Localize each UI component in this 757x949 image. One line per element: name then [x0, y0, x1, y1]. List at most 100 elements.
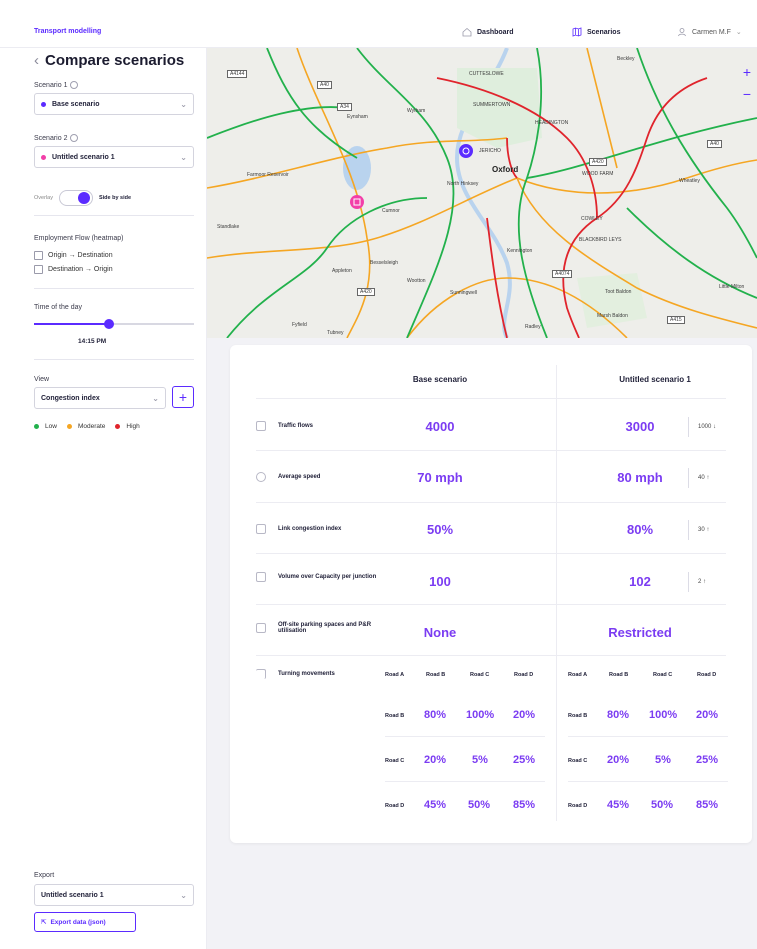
road-moderate: [586, 48, 618, 169]
base-value: None: [423, 625, 457, 640]
place-label: Wytham: [407, 108, 426, 114]
turning-pct: 20%: [607, 754, 630, 766]
user-icon: [678, 28, 686, 37]
checkbox-origin-destination[interactable]: Origin → Destination: [34, 251, 113, 260]
col-header-alt: Untitled scenario 1: [619, 375, 691, 384]
scenario1-select[interactable]: Base scenario ⌄: [34, 93, 194, 115]
view-select[interactable]: Congestion index ⌄: [34, 387, 166, 409]
back-chevron-icon[interactable]: ‹: [34, 52, 39, 69]
place-label: CUTTESLOWE: [469, 71, 504, 77]
page-title-text: Compare scenarios: [45, 52, 185, 69]
export-label: Export: [34, 872, 55, 879]
road-low: [526, 117, 757, 179]
scenario2-select[interactable]: Untitled scenario 1 ⌄: [34, 146, 194, 168]
road-tag: A40: [317, 81, 332, 89]
scenario2-marker[interactable]: [350, 195, 364, 209]
side-by-side-label[interactable]: Side by side: [99, 195, 131, 201]
road-header: Road C: [653, 672, 673, 678]
place-label: Besselsleigh: [370, 260, 399, 266]
delta-value: 2 ↑: [688, 572, 706, 592]
place-label: SUMMERTOWN: [473, 102, 511, 108]
user-menu[interactable]: Carmen M.F ⌄: [677, 27, 742, 37]
road-header: Road D: [697, 672, 717, 678]
nav-dashboard[interactable]: Dashboard: [462, 27, 514, 37]
scenario1-label: Scenario 1: [34, 81, 79, 89]
road-row-label: Road B: [568, 713, 588, 719]
delta-value: 30 ↑: [688, 520, 709, 540]
traffic-icon: [256, 421, 266, 431]
checkbox[interactable]: [34, 265, 43, 274]
place-label: Wheatley: [679, 178, 700, 184]
checkbox-label: Destination → Origin: [48, 266, 113, 273]
road-row-label: Road D: [568, 803, 588, 809]
road-header: Road B: [609, 672, 629, 678]
road-tag: A4144: [227, 70, 248, 78]
export-select[interactable]: Untitled scenario 1 ⌄: [34, 884, 194, 906]
base-value: 100: [429, 574, 451, 589]
place-label: Farmoor Reservoir: [247, 172, 289, 178]
base-value: 4000: [425, 419, 455, 434]
view-mode-switch[interactable]: [58, 190, 93, 206]
turning-pct: 100%: [649, 709, 678, 721]
place-label: Tubney: [327, 330, 344, 336]
road-tag: A415: [667, 316, 685, 324]
employment-flow-title: Employment Flow (heatmap): [34, 235, 124, 242]
place-label: Appleton: [332, 268, 352, 274]
park-area: [457, 68, 542, 148]
view-mode-toggle: Overlay Side by side: [34, 190, 131, 206]
base-value: 70 mph: [417, 470, 463, 485]
turning-pct: 45%: [607, 799, 630, 811]
place-label: North Hinksey: [447, 181, 479, 187]
turning-pct: 80%: [424, 709, 447, 721]
zoom-out-button[interactable]: −: [743, 86, 751, 102]
divider: [34, 288, 194, 289]
junction-icon: [256, 572, 266, 582]
turning-pct: 5%: [472, 754, 488, 766]
view-label: View: [34, 376, 50, 383]
scenario1-color-dot: [41, 101, 46, 107]
chevron-down-icon: ⌄: [180, 890, 187, 900]
turning-pct: 100%: [466, 709, 495, 721]
place-label: Wootton: [407, 278, 426, 284]
export-value: Untitled scenario 1: [41, 891, 104, 899]
turning-pct: 85%: [513, 799, 536, 811]
checkbox-label: Origin → Destination: [48, 252, 113, 259]
alt-value: 3000: [625, 419, 655, 434]
city-label-oxford: Oxford: [492, 165, 519, 174]
zoom-in-button[interactable]: +: [743, 64, 751, 80]
turning-pct: 5%: [655, 754, 671, 766]
scenario1-marker[interactable]: [459, 144, 473, 158]
map-view[interactable]: A4144 A40 A34 A420 A40 A420 A4074 A415 C…: [207, 48, 757, 338]
checkbox-destination-origin[interactable]: Destination → Origin: [34, 265, 113, 274]
place-label: WOOD FARM: [582, 171, 614, 177]
turning-pct: 20%: [424, 754, 447, 766]
turn-arrow-icon: [256, 669, 266, 679]
user-name: Carmen M.F: [692, 28, 731, 36]
alt-value: 80%: [626, 522, 654, 537]
overlay-label[interactable]: Overlay: [34, 195, 53, 201]
add-view-button[interactable]: +: [172, 386, 194, 408]
checkbox[interactable]: [34, 251, 43, 260]
info-icon[interactable]: [70, 81, 79, 89]
nav-dashboard-label: Dashboard: [477, 28, 514, 36]
place-label: HEADINGTON: [535, 120, 569, 126]
road-row-label: Road C: [385, 758, 405, 764]
column-separator: [556, 365, 557, 821]
place-label: BLACKBIRD LEYS: [579, 237, 622, 243]
time-slider-fill: [34, 323, 110, 325]
place-label: Eynsham: [347, 114, 368, 120]
export-button-label: Export data (json): [50, 918, 106, 926]
legend-item-low: Low: [34, 423, 57, 430]
chevron-down-icon: ⌄: [152, 393, 159, 403]
info-icon[interactable]: [70, 134, 79, 142]
map-canvas[interactable]: [207, 48, 757, 338]
sidebar: [0, 48, 207, 949]
brand-name[interactable]: Transport modelling: [34, 28, 101, 35]
place-label: JERICHO: [479, 148, 501, 154]
export-data-button[interactable]: ⇱ Export data (json): [34, 912, 136, 932]
zoom-controls: + −: [743, 64, 751, 102]
road-row-label: Road D: [385, 803, 405, 809]
nav-scenarios[interactable]: Scenarios: [572, 27, 620, 37]
time-slider[interactable]: [34, 319, 194, 329]
road-header: Road A: [568, 672, 588, 678]
